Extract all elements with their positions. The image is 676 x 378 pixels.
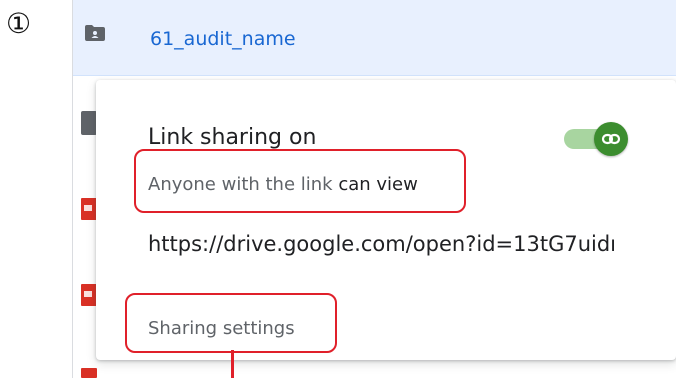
file-row-selected[interactable]: 61_audit_name bbox=[73, 0, 676, 76]
pdf-file-icon bbox=[81, 284, 97, 306]
shared-folder-icon bbox=[81, 111, 97, 135]
file-name[interactable]: 61_audit_name bbox=[150, 28, 296, 50]
link-sharing-toggle[interactable] bbox=[564, 122, 628, 156]
shared-folder-icon bbox=[85, 25, 105, 41]
link-icon bbox=[601, 133, 621, 145]
pdf-file-icon bbox=[81, 198, 97, 220]
annotation-box-settings bbox=[125, 293, 337, 353]
step-marker: ① bbox=[6, 7, 32, 40]
toggle-knob bbox=[594, 122, 628, 156]
annotation-box-access bbox=[134, 149, 466, 213]
annotation-pointer-line bbox=[231, 350, 234, 378]
pdf-file-icon bbox=[81, 368, 97, 378]
link-url[interactable]: https://drive.google.com/open?id=13tG7ui… bbox=[148, 232, 638, 256]
link-sharing-title: Link sharing on bbox=[148, 125, 317, 150]
